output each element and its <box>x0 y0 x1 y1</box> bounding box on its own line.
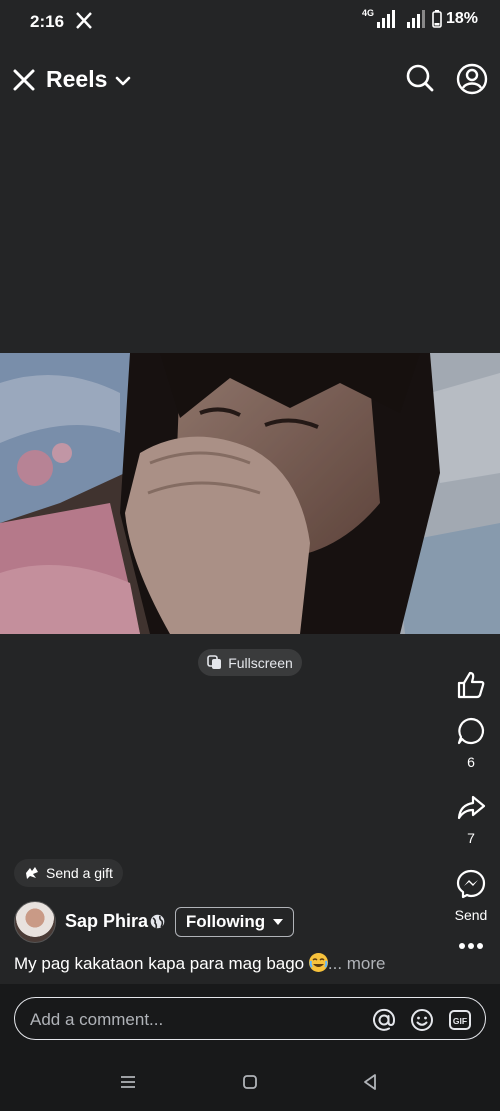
battery-level: 18% <box>445 10 478 27</box>
gift-icon <box>26 867 38 879</box>
share-button[interactable]: 7 <box>442 792 500 846</box>
x-app-icon <box>76 12 92 29</box>
status-bar: 2:16 4G 18% <box>0 0 500 44</box>
home-icon[interactable] <box>240 1072 260 1092</box>
gif-icon[interactable]: GIF <box>448 1008 472 1032</box>
send-gift-button[interactable]: Send a gift <box>14 859 123 887</box>
share-icon <box>457 795 486 820</box>
network-type: 4G <box>361 8 374 18</box>
video-frame-image <box>0 353 500 634</box>
comment-input[interactable]: Add a comment... GIF <box>14 997 486 1040</box>
signal-icon-2 <box>406 10 425 28</box>
system-nav-bar <box>0 1054 500 1111</box>
post-caption: My pag kakataon kapa para mag bago ... m… <box>14 953 386 974</box>
author-avatar[interactable] <box>14 901 56 943</box>
comment-count: 6 <box>467 754 475 770</box>
mention-icon[interactable] <box>372 1008 396 1032</box>
messenger-icon <box>456 869 486 899</box>
reels-header: Reels <box>0 54 500 106</box>
back-icon[interactable] <box>360 1072 380 1092</box>
gift-label: Send a gift <box>46 865 113 881</box>
fullscreen-button[interactable]: Fullscreen <box>198 649 302 676</box>
search-icon[interactable] <box>404 62 436 94</box>
comment-placeholder: Add a comment... <box>30 1010 164 1029</box>
send-label: Send <box>454 907 488 923</box>
following-label: Following <box>185 912 266 931</box>
battery-icon <box>432 10 442 28</box>
send-messenger-button[interactable]: Send <box>442 869 500 923</box>
laughing-crying-emoji-icon <box>308 953 328 972</box>
chevron-down-icon[interactable] <box>114 72 132 90</box>
page-title: Reels <box>46 66 108 92</box>
author-name[interactable]: Sap Phira <box>65 911 148 932</box>
more-options-button[interactable] <box>442 942 500 950</box>
svg-text:GIF: GIF <box>453 1016 467 1026</box>
emoji-icon[interactable] <box>410 1008 434 1032</box>
thumbs-up-icon <box>457 671 485 699</box>
profile-icon[interactable] <box>455 62 489 96</box>
recent-apps-icon[interactable] <box>118 1072 138 1092</box>
more-icon <box>459 943 483 949</box>
comment-button[interactable]: 6 <box>442 716 500 770</box>
signal-icon <box>376 10 395 28</box>
caption-text: My pag kakataon kapa para mag bago <box>14 954 305 973</box>
fullscreen-icon <box>207 655 222 669</box>
like-button[interactable] <box>442 670 500 700</box>
following-button[interactable]: Following <box>175 907 294 937</box>
close-icon[interactable] <box>10 66 38 94</box>
caret-down-icon <box>273 919 284 925</box>
status-indicators: 4G 18% <box>361 8 478 28</box>
fullscreen-label: Fullscreen <box>228 654 293 671</box>
globe-icon <box>150 914 165 929</box>
caption-more-link[interactable]: ... more <box>328 954 386 973</box>
share-count: 7 <box>467 830 475 846</box>
status-time: 2:16 <box>30 12 65 31</box>
comment-icon <box>457 717 485 745</box>
reel-video[interactable] <box>0 353 500 634</box>
